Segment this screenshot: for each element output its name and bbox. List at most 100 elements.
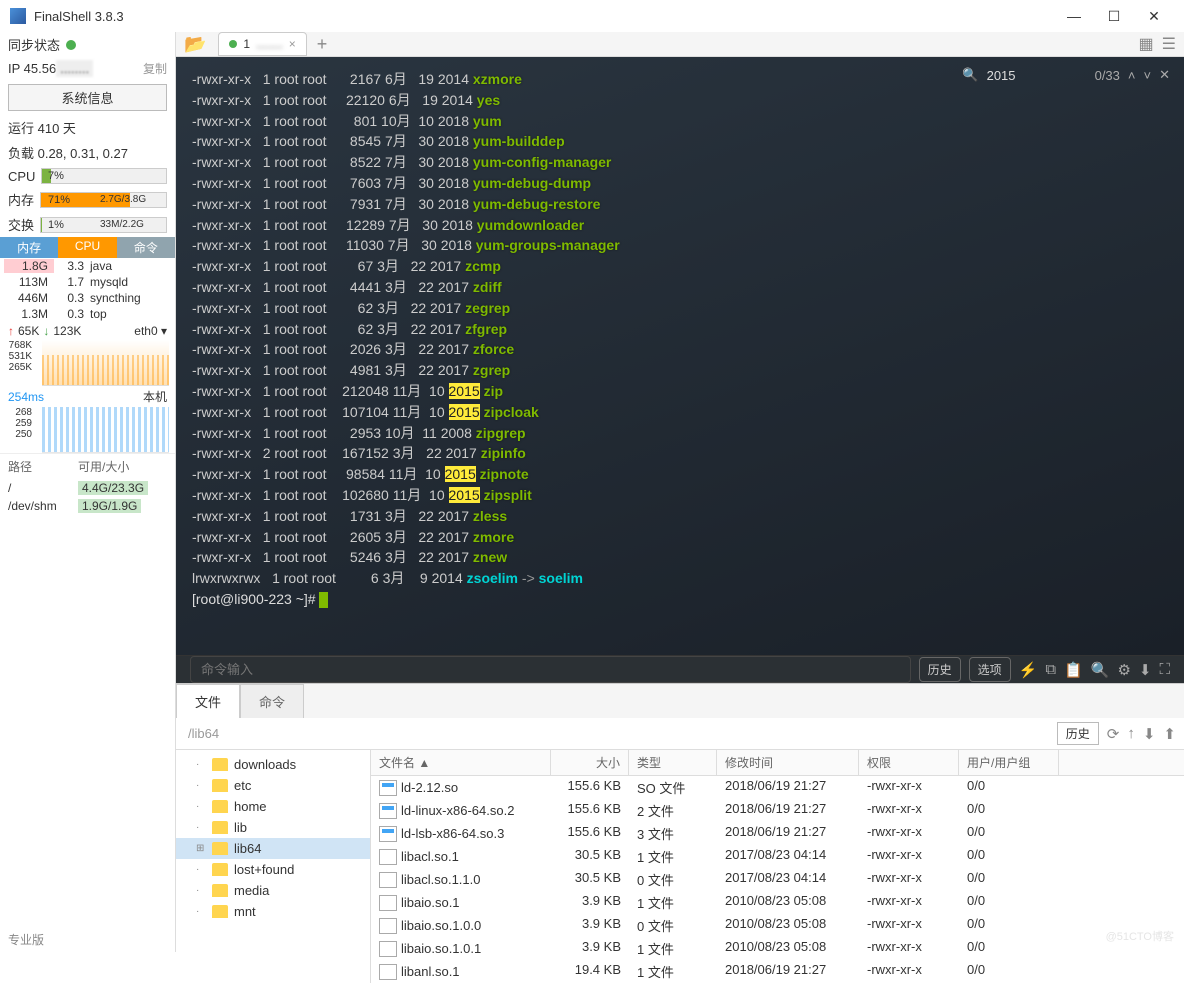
path-history-button[interactable]: 历史 [1057,722,1099,745]
tree-item[interactable]: ·etc [176,775,370,796]
tree-item[interactable]: ·media [176,880,370,901]
ping-row: 254ms 本机 [0,386,175,407]
command-input[interactable] [190,656,911,683]
new-tab-button[interactable]: + [317,34,328,55]
ping-local: 本机 [143,388,167,405]
terminal-line: -rwxr-xr-x 1 root root 62 3月 22 2017 zfg… [192,319,1168,340]
folder-icon [212,779,228,792]
file-tabs: 文件 命令 [176,684,1184,718]
terminal[interactable]: 🔍 0/33 ˄ ˅ ✕ -rwxr-xr-x 1 root root 2167… [176,57,1184,655]
file-list-header: 文件名 ▲ 大小 类型 修改时间 权限 用户/用户组 [371,750,1184,776]
search-prev-icon[interactable]: ˄ [1128,68,1136,83]
path-input[interactable]: /lib64 [184,724,1049,743]
terminal-line: -rwxr-xr-x 1 root root 102680 11月 10 201… [192,485,1168,506]
down-arrow-icon: ↓ [43,324,49,338]
options-button[interactable]: 选项 [969,657,1011,682]
proc-row: 1.3M0.3top [0,306,175,322]
search-count: 0/33 [1095,68,1120,83]
paste-icon[interactable]: 📋 [1064,661,1083,679]
tree-item[interactable]: ·lost+found [176,859,370,880]
search-close-icon[interactable]: ✕ [1159,67,1170,83]
maximize-button[interactable]: ☐ [1094,1,1134,31]
file-row[interactable]: ld-2.12.so155.6 KBSO 文件2018/06/19 21:27-… [371,776,1184,799]
prompt: [root@li900-223 ~]# [192,591,319,607]
up-icon[interactable]: ↑ [1127,725,1135,742]
search-input[interactable] [987,68,1087,83]
tab-close-icon[interactable]: × [289,37,296,51]
file-row[interactable]: libaio.so.13.9 KB1 文件2010/08/23 05:08-rw… [371,891,1184,914]
terminal-line: -rwxr-xr-x 1 root root 22120 6月 19 2014 … [192,90,1168,111]
sysinfo-button[interactable]: 系统信息 [8,84,167,111]
titlebar: FinalShell 3.8.3 — ☐ ✕ [0,0,1184,32]
ping-chart [42,407,169,453]
disk-row: /dev/shm1.9G/1.9G [0,497,175,515]
folder-icon [212,821,228,834]
session-tab[interactable]: 1 ........ × [218,32,306,56]
terminal-line: -rwxr-xr-x 1 root root 11030 7月 30 2018 … [192,235,1168,256]
search-icon: 🔍 [962,67,978,83]
terminal-line: -rwxr-xr-x 1 root root 5246 3月 22 2017 z… [192,547,1168,568]
fullscreen-icon[interactable]: ⛶ [1159,661,1170,678]
close-button[interactable]: ✕ [1134,1,1174,31]
swap-val: 33M/2.2G [100,219,144,230]
terminal-line: -rwxr-xr-x 1 root root 7931 7月 30 2018 y… [192,194,1168,215]
minimize-button[interactable]: — [1054,1,1094,31]
terminal-line: lrwxrwxrwx 1 root root 6 3月 9 2014 zsoel… [192,568,1168,589]
tab-files[interactable]: 文件 [176,684,240,718]
find-icon[interactable]: 🔍 [1091,661,1110,679]
disk-header: 路径 可用/大小 [0,453,175,479]
file-icon [379,803,397,819]
terminal-line: -rwxr-xr-x 1 root root 4981 3月 22 2017 z… [192,360,1168,381]
tree-item[interactable]: ·downloads [176,754,370,775]
uptime: 运行 410 天 [0,115,175,140]
mem-pct: 71% [48,194,70,206]
file-row[interactable]: ld-lsb-x86-64.so.3155.6 KB3 文件2018/06/19… [371,822,1184,845]
terminal-line: -rwxr-xr-x 1 root root 2026 3月 22 2017 z… [192,339,1168,360]
net-chart [42,340,169,386]
sidebar: 同步状态 IP 45.56........ 复制 系统信息 运行 410 天 负… [0,32,176,952]
terminal-line: -rwxr-xr-x 1 root root 67 3月 22 2017 zcm… [192,256,1168,277]
folder-tree[interactable]: ·downloads·etc·home·lib⊞lib64·lost+found… [176,750,371,983]
file-row[interactable]: libanl.so.119.4 KB1 文件2018/06/19 21:27-r… [371,960,1184,983]
proc-row: 1.8G3.3java [0,258,175,274]
ip-row: IP 45.56........ 复制 [0,57,175,80]
terminal-line: -rwxr-xr-x 1 root root 8522 7月 30 2018 y… [192,152,1168,173]
mem-metric: 内存 71% 2.7G/3.8G [0,187,175,212]
tab-commands[interactable]: 命令 [240,684,304,718]
net-dn: 123K [53,324,81,338]
upload-icon[interactable]: ⬆ [1163,725,1176,743]
file-row[interactable]: libaio.so.1.0.03.9 KB0 文件2010/08/23 05:0… [371,914,1184,937]
file-icon [379,895,397,911]
folder-icon[interactable]: 📂 [184,34,206,55]
terminal-line: -rwxr-xr-x 1 root root 2605 3月 22 2017 z… [192,527,1168,548]
net-interface-select[interactable]: eth0 ▾ [134,324,167,338]
mem-val: 2.7G/3.8G [100,194,146,205]
copy-button[interactable]: 复制 [143,60,167,77]
gear-icon[interactable]: ⚙ [1117,661,1130,679]
search-next-icon[interactable]: ˅ [1144,68,1152,83]
tree-item[interactable]: ⊞lib64 [176,838,370,859]
bottom-panel: 文件 命令 /lib64 历史 ⟳ ↑ ⬇ ⬆ ·downloads·etc·h… [176,683,1184,983]
list-view-icon[interactable]: ☰ [1162,34,1176,54]
refresh-icon[interactable]: ⟳ [1107,725,1120,743]
copy-icon[interactable]: ⧉ [1045,661,1056,678]
file-row[interactable]: libacl.so.1.1.030.5 KB0 文件2017/08/23 04:… [371,868,1184,891]
download-icon[interactable]: ⬇ [1139,661,1152,679]
file-row[interactable]: libacl.so.130.5 KB1 文件2017/08/23 04:14-r… [371,845,1184,868]
grid-view-icon[interactable]: ▦ [1139,34,1154,54]
file-row[interactable]: libaio.so.1.0.13.9 KB1 文件2010/08/23 05:0… [371,937,1184,960]
window-title: FinalShell 3.8.3 [34,9,1054,24]
tree-item[interactable]: ·mnt [176,901,370,922]
sync-dot-icon [66,40,76,50]
history-button[interactable]: 历史 [919,657,961,682]
tree-item[interactable]: ·home [176,796,370,817]
disk-row: /4.4G/23.3G [0,479,175,497]
swap-label: 交换 [8,215,34,234]
download2-icon[interactable]: ⬇ [1143,725,1156,743]
folder-icon [212,842,228,855]
bolt-icon[interactable]: ⚡ [1019,661,1038,679]
tree-item[interactable]: ·lib [176,817,370,838]
file-list[interactable]: 文件名 ▲ 大小 类型 修改时间 权限 用户/用户组 ld-2.12.so155… [371,750,1184,983]
terminal-line: -rwxr-xr-x 1 root root 2953 10月 11 2008 … [192,423,1168,444]
file-row[interactable]: ld-linux-x86-64.so.2155.6 KB2 文件2018/06/… [371,799,1184,822]
